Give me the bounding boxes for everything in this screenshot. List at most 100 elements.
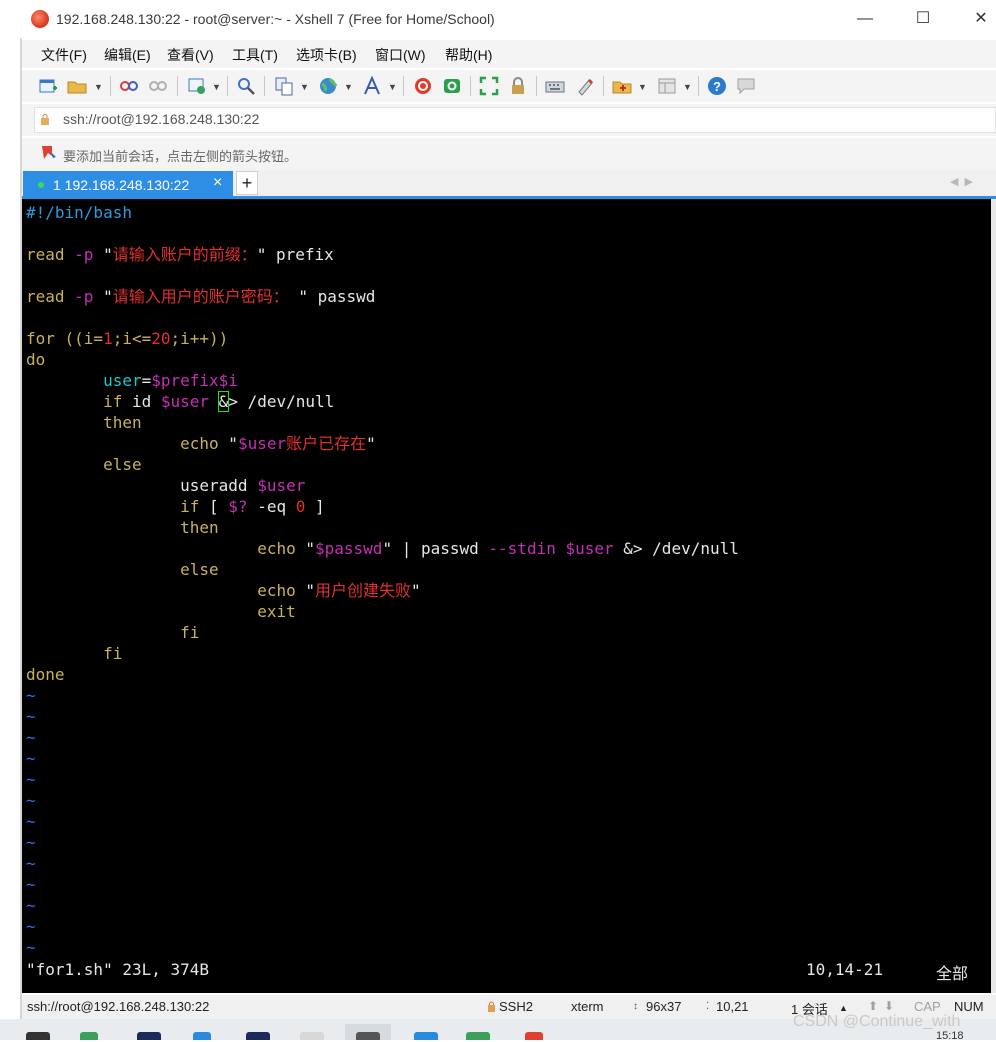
terminal-token: 账户已存在 (286, 434, 367, 453)
terminal-line: ~ (26, 874, 739, 895)
terminal-line: exit (26, 601, 739, 622)
terminal-token: ~ (26, 728, 36, 747)
minimize-button[interactable]: — (852, 8, 878, 30)
terminal-token: -eq (257, 497, 296, 516)
terminal-line: ~ (26, 706, 739, 727)
xshell-icon[interactable] (413, 76, 433, 96)
add-session-arrow-icon[interactable] (40, 145, 58, 161)
open-folder-icon[interactable] (67, 76, 87, 96)
taskbar-app-icon[interactable] (26, 1032, 50, 1040)
menu-edit[interactable]: 编辑(E) (104, 45, 151, 65)
maximize-button[interactable]: ☐ (910, 8, 936, 30)
toolbar-separator (536, 76, 537, 96)
terminal-token: $prefix$i (151, 371, 238, 390)
xftp-icon[interactable] (442, 76, 462, 96)
chevron-down-icon[interactable]: ▼ (212, 82, 221, 92)
status-size: 96x37 (646, 999, 682, 1014)
close-tab-icon[interactable]: × (213, 174, 222, 192)
help-icon[interactable]: ? (707, 76, 727, 96)
terminal-token: if (103, 392, 132, 411)
arrow-up-icon[interactable]: ⬆ (868, 999, 878, 1013)
new-tab-button[interactable]: + (236, 171, 258, 195)
taskbar-app-icon[interactable] (356, 1032, 380, 1040)
terminal-scrollbar[interactable] (991, 199, 996, 993)
terminal-token: id (131, 392, 161, 411)
terminal-token: " (103, 245, 113, 264)
search-icon[interactable] (236, 76, 256, 96)
terminal-line: ~ (26, 916, 739, 937)
terminal-line: ~ (26, 832, 739, 853)
terminal-token: --stdin (488, 539, 566, 558)
terminal-token: else (180, 560, 219, 579)
taskbar-app-icon[interactable] (137, 1032, 161, 1040)
terminal-token: $user (565, 539, 624, 558)
taskbar-app-icon[interactable] (466, 1032, 490, 1040)
properties-icon[interactable] (187, 76, 207, 96)
address-value[interactable]: ssh://root@192.168.248.130:22 (63, 111, 259, 127)
status-term: xterm (571, 999, 604, 1014)
chevron-down-icon[interactable]: ▼ (300, 82, 309, 92)
status-cursor: 10,21 (716, 999, 749, 1014)
taskbar-app-icon[interactable] (300, 1032, 324, 1040)
highlight-icon[interactable] (575, 76, 595, 96)
terminal-token: ~ (26, 833, 36, 852)
xshell-logo-icon (31, 10, 49, 28)
taskbar-app-icon[interactable] (193, 1032, 211, 1040)
fullscreen-icon[interactable] (479, 76, 499, 96)
copy-paste-icon[interactable] (274, 76, 294, 96)
terminal-content: #!/bin/bash read -p "请输入账户的前缀：" prefix rea… (26, 202, 739, 958)
terminal-line: else (26, 454, 739, 475)
taskbar-app-icon[interactable] (414, 1032, 438, 1040)
font-icon[interactable] (362, 76, 382, 96)
menu-file[interactable]: 文件(F) (41, 45, 87, 65)
globe-icon[interactable] (318, 76, 338, 96)
connect-icon[interactable] (119, 76, 139, 96)
keyboard-icon[interactable] (545, 76, 565, 96)
taskbar-app-icon[interactable] (246, 1032, 270, 1040)
terminal-token: $passwd (315, 539, 383, 558)
close-button[interactable]: ✕ (968, 8, 994, 30)
chevron-down-icon[interactable]: ▼ (94, 82, 103, 92)
terminal-token: done (26, 665, 65, 684)
chevron-up-icon[interactable]: ▲ (839, 1003, 848, 1013)
terminal-line: fi (26, 643, 739, 664)
chevron-down-icon[interactable]: ▼ (638, 82, 647, 92)
terminal-token: if (180, 497, 210, 516)
menu-window[interactable]: 窗口(W) (375, 45, 426, 65)
arrow-down-icon[interactable]: ⬇ (884, 999, 894, 1013)
terminal-token: ~ (26, 917, 36, 936)
terminal-line: ~ (26, 937, 739, 958)
tab-session-1[interactable]: 1 192.168.248.130:22 × (23, 171, 233, 198)
chat-icon[interactable] (736, 76, 756, 96)
disconnect-icon[interactable] (148, 76, 168, 96)
chevron-down-icon[interactable]: ▼ (683, 82, 692, 92)
toolbar-separator (470, 76, 471, 96)
terminal-token: ((i= (64, 329, 104, 348)
terminal-line: ~ (26, 748, 739, 769)
taskbar-app-icon[interactable] (80, 1032, 98, 1040)
new-session-icon[interactable] (38, 76, 58, 96)
chevron-down-icon[interactable]: ▼ (388, 82, 397, 92)
terminal-token: ~ (26, 896, 36, 915)
menu-tools[interactable]: 工具(T) (232, 45, 278, 65)
taskbar-app-icon[interactable] (525, 1032, 543, 1040)
lock-icon[interactable] (508, 76, 528, 96)
new-folder-icon[interactable] (612, 76, 632, 96)
layout-icon[interactable] (657, 76, 677, 96)
menu-view[interactable]: 查看(V) (167, 45, 214, 65)
menu-help[interactable]: 帮助(H) (445, 45, 492, 65)
menu-tabs[interactable]: 选项卡(B) (296, 45, 357, 65)
terminal-token: #!/bin/bash (26, 203, 132, 222)
terminal-token: read (26, 245, 75, 264)
terminal-token: fi (103, 644, 123, 663)
tab-scroll-arrows-icon[interactable]: ◀▶ (950, 175, 979, 188)
chevron-down-icon[interactable]: ▼ (344, 82, 353, 92)
terminal-token: -p (74, 287, 104, 306)
terminal-line: ~ (26, 895, 739, 916)
terminal-token: then (103, 413, 142, 432)
